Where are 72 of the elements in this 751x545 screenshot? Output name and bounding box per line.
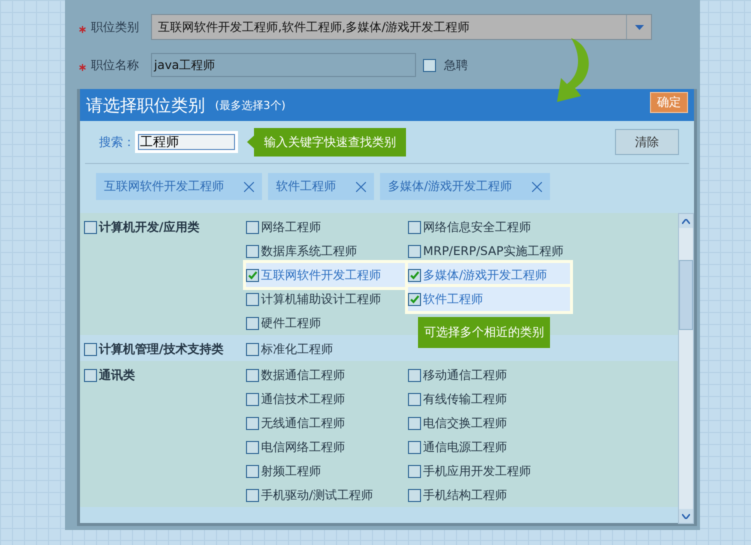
checkbox[interactable]	[246, 488, 259, 502]
option-label: 射频工程师	[261, 462, 321, 480]
checkbox[interactable]	[246, 316, 259, 330]
tag-label: 多媒体/游戏开发工程师	[388, 178, 512, 195]
option-label: 数据库系统工程师	[261, 242, 357, 260]
checkbox[interactable]	[246, 268, 259, 282]
checkbox[interactable]	[246, 342, 259, 356]
option-label: 无线通信工程师	[261, 414, 345, 432]
checkbox[interactable]	[246, 464, 259, 478]
tip-tooltip: 可选择多个相近的类别	[418, 317, 550, 348]
checkbox[interactable]	[408, 268, 421, 282]
input-field[interactable]: java工程师	[151, 53, 416, 77]
option-label: 电信网络工程师	[261, 438, 345, 456]
checkbox[interactable]	[246, 292, 259, 306]
dialog-title: 请选择职位类别	[86, 94, 205, 116]
checkbox[interactable]	[408, 416, 421, 430]
option-label: 标准化工程师	[261, 340, 333, 358]
option-label: 手机应用开发工程师	[423, 462, 531, 480]
category-label: 计算机开发/应用类	[99, 218, 200, 236]
hint-tooltip: 输入关键字快速查找类别	[247, 128, 406, 156]
category-label: 通讯类	[99, 366, 135, 384]
checkbox[interactable]	[408, 392, 421, 406]
close-icon[interactable]	[356, 182, 366, 192]
checkbox[interactable]	[246, 244, 259, 258]
checkbox[interactable]	[84, 368, 97, 382]
option-label: 计算机辅助设计工程师	[261, 290, 381, 308]
caret-icon	[634, 24, 644, 30]
checkbox[interactable]	[246, 220, 259, 234]
category-label: 计算机管理/技术支持类	[99, 340, 224, 358]
checkbox[interactable]	[246, 368, 259, 382]
checkbox[interactable]	[246, 416, 259, 430]
checkbox[interactable]	[246, 392, 259, 406]
checkbox[interactable]	[408, 220, 421, 234]
option-label: 网络信息安全工程师	[423, 218, 531, 236]
checkbox[interactable]	[408, 244, 421, 258]
tag-label: 软件工程师	[276, 178, 336, 195]
field-label: 职位名称	[91, 56, 140, 74]
category-select[interactable]: 互联网软件开发工程师,软件工程师,多媒体/游戏开发工程师	[151, 14, 652, 40]
option-label: MRP/ERP/SAP实施工程师	[423, 242, 564, 260]
option-label: 硬件工程师	[261, 314, 321, 332]
dialog-subtitle: (最多选择3个)	[215, 98, 286, 112]
checkbox[interactable]	[408, 488, 421, 502]
checkbox[interactable]	[408, 292, 421, 306]
close-icon[interactable]	[532, 182, 542, 192]
option-label: 数据通信工程师	[261, 366, 345, 384]
scrollbar[interactable]	[678, 213, 694, 524]
checkbox[interactable]	[408, 368, 421, 382]
clear-button[interactable]: 清除	[615, 129, 679, 155]
checkbox[interactable]	[408, 464, 421, 478]
tag-label: 互联网软件开发工程师	[104, 178, 224, 195]
checkbox[interactable]	[408, 440, 421, 454]
option-label: 网络工程师	[261, 218, 321, 236]
checkbox-label: 急聘	[444, 56, 468, 74]
checkbox[interactable]	[423, 58, 436, 72]
scrollbar-thumb[interactable]	[679, 260, 693, 330]
field-label: 职位类别	[91, 18, 140, 36]
option-label: 电信交换工程师	[423, 414, 507, 432]
search-label: 搜索：	[99, 134, 135, 150]
checkbox[interactable]	[246, 440, 259, 454]
close-icon[interactable]	[244, 182, 254, 192]
option-label: 手机结构工程师	[423, 486, 507, 504]
option-label: 互联网软件开发工程师	[261, 266, 381, 284]
option-label: 多媒体/游戏开发工程师	[423, 266, 548, 284]
checkbox[interactable]	[84, 342, 97, 356]
option-label: 有线传输工程师	[423, 390, 507, 408]
option-label: 通信电源工程师	[423, 438, 507, 456]
checkbox[interactable]	[84, 220, 97, 234]
option-label: 手机驱动/测试工程师	[261, 486, 374, 504]
option-label: 移动通信工程师	[423, 366, 507, 384]
option-label: 通信技术工程师	[261, 390, 345, 408]
option-label: 软件工程师	[423, 290, 483, 308]
search-field[interactable]: 工程师	[135, 131, 238, 153]
